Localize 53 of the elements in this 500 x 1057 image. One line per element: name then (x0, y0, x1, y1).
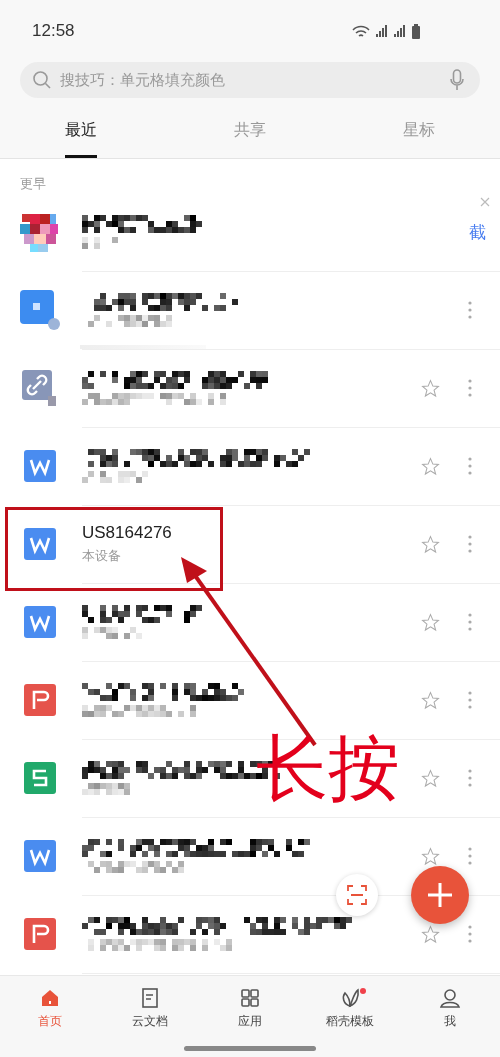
clock: 12:58 (32, 21, 75, 41)
nav-label: 稻壳模板 (326, 1012, 374, 1030)
more-icon[interactable] (468, 613, 472, 631)
more-icon[interactable] (468, 535, 472, 553)
search-bar[interactable]: 搜技巧：单元格填充颜色 (20, 62, 480, 98)
action-link[interactable]: 截 (469, 220, 486, 244)
star-icon[interactable] (421, 846, 440, 866)
nav-tab[interactable]: 首页 (0, 976, 100, 1040)
nav-label: 首页 (38, 1012, 62, 1030)
more-icon[interactable] (468, 379, 472, 397)
file-location: 本设备 (82, 546, 122, 565)
file-name: US8164276 (82, 522, 173, 543)
search-icon (32, 70, 52, 90)
nav-tab[interactable]: 云文档 (100, 976, 200, 1040)
nav-tab[interactable]: 应用 (200, 976, 300, 1040)
tab[interactable]: 最近 (0, 98, 189, 158)
plus-icon (426, 881, 454, 909)
section-label: 更早 (19, 175, 47, 193)
pixelated-subtitle (82, 782, 133, 795)
annotation-label: 长按 (256, 732, 400, 804)
microphone-icon[interactable] (450, 69, 464, 91)
avatar-icon (20, 212, 60, 252)
close-icon[interactable] (480, 197, 490, 207)
more-icon[interactable] (468, 301, 472, 319)
scan-icon (346, 884, 368, 906)
more-icon[interactable] (468, 847, 472, 865)
battery-icon (412, 23, 420, 39)
star-icon[interactable] (421, 612, 440, 632)
more-icon[interactable] (468, 925, 472, 943)
scan-button[interactable] (336, 874, 378, 916)
star-icon[interactable] (421, 534, 440, 554)
star-icon[interactable] (421, 690, 440, 710)
more-icon[interactable] (468, 769, 472, 787)
add-button[interactable] (411, 866, 469, 924)
nav-tab[interactable]: 稻壳模板 (300, 976, 400, 1040)
signal-icon (394, 25, 406, 37)
more-icon[interactable] (468, 691, 472, 709)
star-icon[interactable] (421, 378, 440, 398)
signal-icon (376, 25, 388, 37)
star-icon[interactable] (421, 924, 440, 944)
search-field[interactable]: 搜技巧：单元格填充颜色 (58, 70, 444, 90)
nav-label: 云文档 (132, 1012, 168, 1030)
person-icon (439, 986, 461, 1009)
star-icon[interactable] (421, 456, 440, 476)
more-icon[interactable] (468, 457, 472, 475)
star-icon[interactable] (421, 768, 440, 788)
nav-tab[interactable]: 我 (400, 976, 500, 1040)
wifi-icon (352, 24, 370, 38)
nav-label: 我 (444, 1012, 456, 1030)
grid-icon (239, 986, 261, 1009)
nav-label: 应用 (238, 1012, 262, 1030)
document-icon (20, 290, 60, 330)
document-icon (139, 986, 161, 1009)
